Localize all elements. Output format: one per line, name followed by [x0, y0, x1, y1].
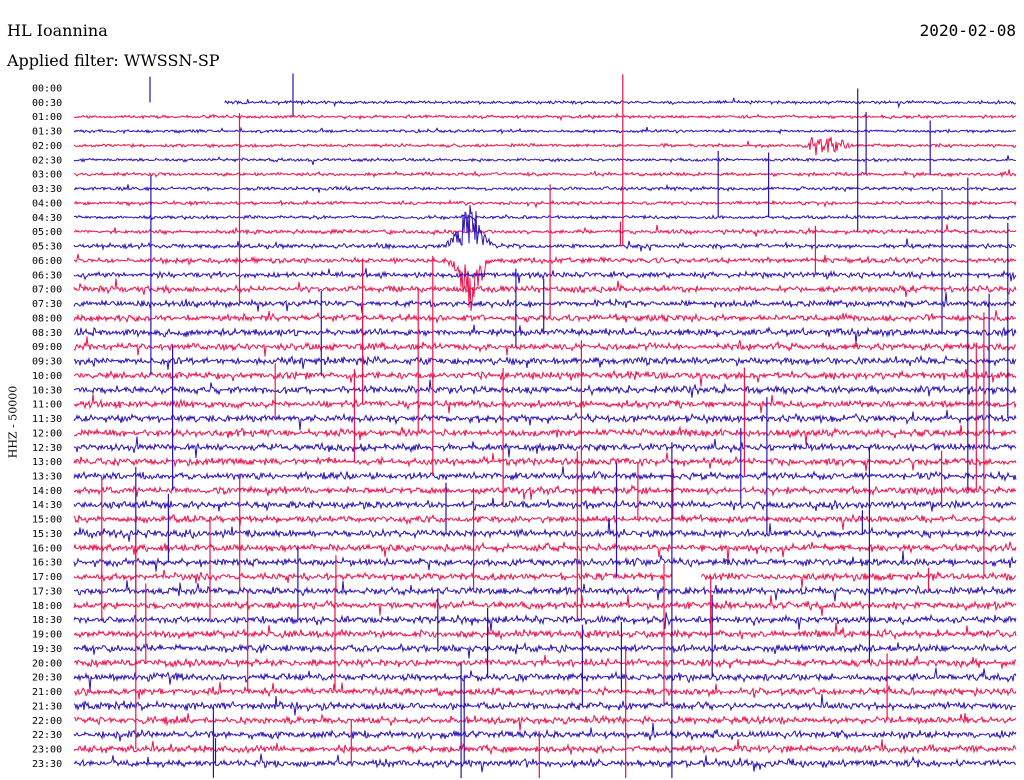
- trace-row-0400: [73, 198, 1017, 209]
- row-time-label: 19:00: [32, 630, 62, 641]
- trace-layer: [73, 97, 1017, 773]
- row-time-label: 05:30: [32, 242, 62, 253]
- row-time-label: 10:30: [32, 385, 62, 396]
- row-time-label: 14:30: [32, 500, 62, 511]
- row-time-label: 19:30: [32, 644, 62, 655]
- row-time-label: 20:30: [32, 673, 62, 684]
- row-time-label: 03:00: [32, 170, 62, 181]
- row-time-label: 16:00: [32, 543, 62, 554]
- trace-row-0700: [73, 278, 1017, 298]
- row-time-label: 18:30: [32, 615, 62, 626]
- row-time-label: 07:00: [32, 285, 62, 296]
- trace-row-2130: [73, 694, 1017, 716]
- row-time-label: 02:00: [32, 141, 62, 152]
- trace-row-0830: [73, 324, 1017, 344]
- trace-row-0930: [73, 354, 1017, 370]
- row-time-label: 05:00: [32, 227, 62, 238]
- trace-row-0630: [73, 268, 1017, 284]
- trace-row-1500: [73, 512, 1017, 530]
- trace-row-0030: [224, 97, 1017, 109]
- row-time-label: 12:00: [32, 428, 62, 439]
- trace-row-0230: [73, 155, 1017, 166]
- helicorder-page: HL Ioannina Applied filter: WWSSN-SP 202…: [0, 0, 1024, 780]
- row-time-label: 11:30: [32, 414, 62, 425]
- row-time-label: 14:00: [32, 486, 62, 497]
- trace-row-1030: [73, 379, 1017, 398]
- trace-row-1430: [73, 497, 1017, 512]
- row-time-label: 08:30: [32, 328, 62, 339]
- row-time-label: 04:00: [32, 198, 62, 209]
- trace-row-1830: [73, 612, 1017, 632]
- row-time-label: 00:00: [32, 84, 62, 95]
- row-time-label: 23:00: [32, 745, 62, 756]
- row-time-label: 10:00: [32, 371, 62, 382]
- trace-row-0600: [73, 253, 1017, 312]
- trace-row-1530: [73, 517, 1016, 542]
- row-time-label: 04:30: [32, 213, 62, 224]
- trace-row-0900: [73, 336, 1017, 357]
- trace-row-0330: [73, 183, 1017, 193]
- row-time-label: 22:30: [32, 730, 62, 741]
- row-time-label: 18:00: [32, 601, 62, 612]
- trace-row-0730: [73, 292, 1017, 313]
- row-time-label: 11:00: [32, 400, 62, 411]
- row-time-label: 15:00: [32, 515, 62, 526]
- trace-row-0200: [73, 136, 1017, 156]
- trace-row-1200: [73, 424, 1017, 445]
- trace-row-1300: [73, 452, 1017, 472]
- row-time-label: 13:30: [32, 471, 62, 482]
- row-time-label: 13:00: [32, 457, 62, 468]
- trace-row-2200: [73, 713, 1017, 731]
- row-time-label: 01:00: [32, 112, 62, 123]
- trace-row-1630: [73, 550, 1017, 572]
- row-time-label: 09:00: [32, 342, 62, 353]
- spike-layer: [101, 73, 1009, 778]
- trace-row-2000: [73, 654, 1017, 669]
- row-time-label: 20:00: [32, 658, 62, 669]
- trace-row-1700: [73, 569, 1017, 588]
- trace-row-1000: [73, 368, 1017, 387]
- row-time-label: 09:30: [32, 357, 62, 368]
- row-time-label: 00:30: [32, 98, 62, 109]
- trace-row-0530: [73, 205, 1017, 252]
- row-time-label: 03:30: [32, 184, 62, 195]
- trace-row-1730: [73, 580, 1017, 602]
- trace-row-1130: [73, 409, 1017, 431]
- row-time-label: 06:30: [32, 270, 62, 281]
- row-time-label: 23:30: [32, 759, 62, 770]
- row-time-label: 06:00: [32, 256, 62, 267]
- row-time-label: 15:30: [32, 529, 62, 540]
- trace-row-1400: [73, 483, 1017, 500]
- trace-row-1230: [73, 436, 1017, 459]
- trace-row-0800: [73, 310, 1017, 324]
- trace-row-1330: [73, 466, 1017, 482]
- row-time-label: 21:00: [32, 687, 62, 698]
- row-time-label: 17:00: [32, 572, 62, 583]
- row-time-label: 02:30: [32, 155, 62, 166]
- trace-row-2100: [73, 681, 1017, 700]
- trace-row-1100: [73, 394, 1017, 414]
- trace-row-0300: [73, 169, 1017, 179]
- trace-row-1800: [73, 594, 1017, 616]
- trace-row-0430: [73, 213, 1017, 223]
- row-time-label: 12:30: [32, 443, 62, 454]
- trace-row-1900: [73, 622, 1017, 641]
- row-time-label: 08:00: [32, 313, 62, 324]
- row-time-label: 22:00: [32, 716, 62, 727]
- row-time-label: 17:30: [32, 586, 62, 597]
- row-time-label: 01:30: [32, 127, 62, 138]
- trace-row-0500: [73, 224, 1017, 237]
- row-time-label: 21:30: [32, 701, 62, 712]
- row-time-label: 07:30: [32, 299, 62, 310]
- trace-row-0130: [73, 126, 1017, 135]
- seismogram-plot: 00:00 00:30 01:00 01:30 02:00 02:30 03:00 03:30…: [32, 73, 1017, 778]
- trace-row-2030: [73, 667, 1017, 691]
- row-time-label: 16:30: [32, 558, 62, 569]
- tick-label-layer: 00:00 00:30 01:00 01:30 02:00 02:30 03:00 03:30…: [32, 84, 62, 770]
- trace-row-0100: [73, 112, 1017, 122]
